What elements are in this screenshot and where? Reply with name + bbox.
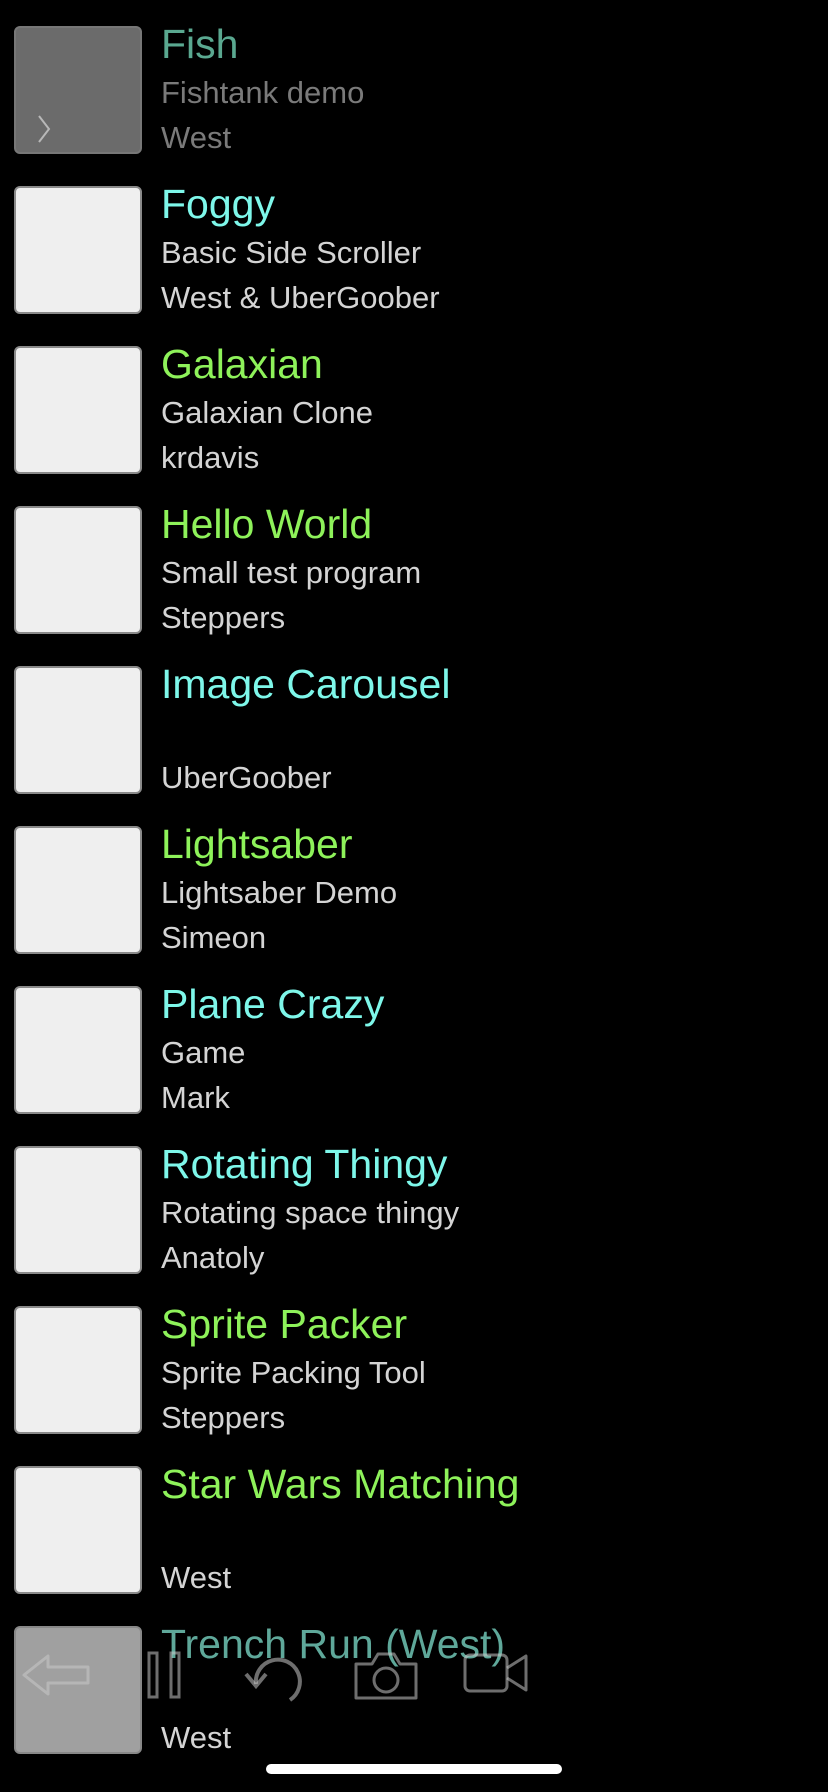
project-title: Galaxian (161, 341, 323, 387)
project-thumbnail[interactable] (14, 986, 142, 1114)
project-subtitle: Fishtank demo (161, 75, 365, 110)
project-author: krdavis (161, 440, 260, 475)
project-thumbnail[interactable] (14, 826, 142, 954)
project-thumbnail[interactable] (14, 26, 142, 154)
back-arrow-icon[interactable] (20, 1650, 92, 1700)
project-subtitle: Galaxian Clone (161, 395, 373, 430)
video-camera-icon[interactable] (462, 1650, 530, 1696)
project-author: Steppers (161, 600, 286, 635)
project-subtitle: Game (161, 1035, 246, 1070)
project-thumbnail[interactable] (14, 346, 142, 474)
project-author: West (161, 120, 232, 155)
runtime-toolbar (0, 1640, 560, 1720)
project-subtitle: Basic Side Scroller (161, 235, 422, 270)
project-row-plane-crazy[interactable]: Plane Crazy Game Mark (0, 960, 828, 1120)
project-thumbnail[interactable] (14, 1146, 142, 1274)
project-subtitle: Lightsaber Demo (161, 875, 398, 910)
project-title: Rotating Thingy (161, 1141, 448, 1187)
project-author: West (161, 1560, 232, 1595)
project-thumbnail[interactable] (14, 1306, 142, 1434)
project-row-galaxian[interactable]: Galaxian Galaxian Clone krdavis (0, 320, 828, 480)
project-row-hello-world[interactable]: Hello World Small test program Steppers (0, 480, 828, 640)
project-thumbnail[interactable] (14, 1466, 142, 1594)
project-author: Anatoly (161, 1240, 265, 1275)
project-title: Foggy (161, 181, 275, 227)
project-title: Star Wars Matching (161, 1461, 520, 1507)
project-subtitle: Small test program (161, 555, 422, 590)
project-thumbnail[interactable] (14, 666, 142, 794)
restart-icon[interactable] (244, 1650, 308, 1706)
project-subtitle: Rotating space thingy (161, 1195, 460, 1230)
pause-icon[interactable] (146, 1650, 186, 1700)
chevron-right-icon[interactable] (36, 114, 52, 144)
project-title: Plane Crazy (161, 981, 385, 1027)
project-author: Simeon (161, 920, 267, 955)
camera-icon[interactable] (352, 1650, 420, 1702)
project-author: West (161, 1720, 232, 1755)
project-author: Mark (161, 1080, 230, 1115)
project-author: Steppers (161, 1400, 286, 1435)
project-row-image-carousel[interactable]: Image Carousel UberGoober (0, 640, 828, 800)
project-author: UberGoober (161, 760, 332, 795)
home-indicator[interactable] (266, 1764, 562, 1774)
project-title: Lightsaber (161, 821, 353, 867)
project-row-foggy[interactable]: Foggy Basic Side Scroller West & UberGoo… (0, 160, 828, 320)
project-thumbnail[interactable] (14, 186, 142, 314)
project-row-star-wars-matching[interactable]: Star Wars Matching West (0, 1440, 828, 1600)
project-row-sprite-packer[interactable]: Sprite Packer Sprite Packing Tool Steppe… (0, 1280, 828, 1440)
project-author: West & UberGoober (161, 280, 440, 315)
project-title: Image Carousel (161, 661, 451, 707)
project-title: Hello World (161, 501, 373, 547)
project-thumbnail[interactable] (14, 506, 142, 634)
project-row-lightsaber[interactable]: Lightsaber Lightsaber Demo Simeon (0, 800, 828, 960)
project-row-rotating-thingy[interactable]: Rotating Thingy Rotating space thingy An… (0, 1120, 828, 1280)
project-title: Fish (161, 21, 239, 67)
project-row-fish[interactable]: Fish Fishtank demo West (0, 0, 828, 160)
project-title: Sprite Packer (161, 1301, 408, 1347)
project-subtitle: Sprite Packing Tool (161, 1355, 426, 1390)
